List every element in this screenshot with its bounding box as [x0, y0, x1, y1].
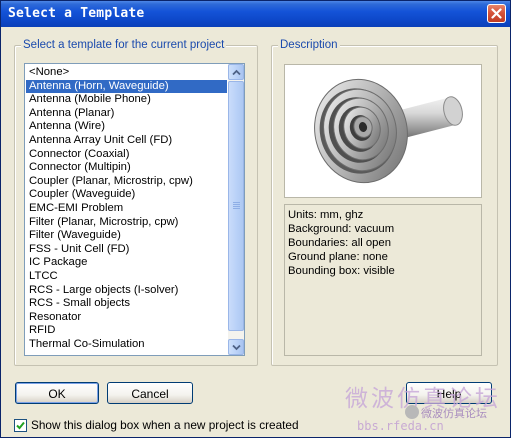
- list-item[interactable]: Antenna (Mobile Phone): [26, 93, 227, 107]
- wechat-logo-icon: [405, 405, 419, 419]
- chevron-up-icon: [232, 69, 241, 76]
- list-item[interactable]: Antenna (Planar): [26, 107, 227, 121]
- template-preview: [284, 64, 482, 198]
- dialog-window: Select a Template Select a template for …: [0, 0, 511, 438]
- checkmark-icon: [16, 421, 25, 430]
- close-icon: [491, 8, 502, 19]
- grip-line: [233, 202, 240, 203]
- list-item[interactable]: Resonator: [26, 311, 227, 325]
- list-item[interactable]: Coupler (Planar, Microstrip, cpw): [26, 175, 227, 189]
- description-line: Bounding box: visible: [288, 265, 395, 277]
- list-item[interactable]: IC Package: [26, 256, 227, 270]
- scroll-up-button[interactable]: [228, 64, 244, 80]
- list-item[interactable]: Antenna (Horn, Waveguide): [26, 79, 227, 94]
- description-line: Units: mm, ghz: [288, 209, 364, 221]
- watermark-url: bbs.rfeda.cn: [357, 419, 444, 433]
- scroll-thumb[interactable]: [228, 81, 244, 331]
- ok-button[interactable]: OK: [15, 382, 99, 404]
- description-line: Background: vacuum: [288, 223, 395, 235]
- cancel-button[interactable]: Cancel: [107, 382, 193, 404]
- list-item[interactable]: FSS - Unit Cell (FD): [26, 243, 227, 257]
- grip-line: [233, 206, 240, 207]
- listbox-scrollbar[interactable]: [228, 64, 244, 355]
- template-group-label: Select a template for the current projec…: [21, 38, 227, 52]
- list-item[interactable]: Thermal Co-Simulation: [26, 338, 227, 352]
- description-line: Boundaries: all open: [288, 237, 392, 249]
- show-dialog-checkbox[interactable]: [14, 419, 27, 432]
- chevron-down-icon: [232, 344, 241, 351]
- list-item[interactable]: Coupler (Waveguide): [26, 188, 227, 202]
- list-item[interactable]: EMC-EMI Problem: [26, 202, 227, 216]
- description-line: Ground plane: none: [288, 251, 388, 263]
- list-item[interactable]: LTCC: [26, 270, 227, 284]
- grip-line: [233, 208, 240, 209]
- list-item[interactable]: Antenna (Wire): [26, 120, 227, 134]
- list-item[interactable]: RCS - Large objects (I-solver): [26, 284, 227, 298]
- list-item[interactable]: <None>: [26, 66, 227, 80]
- title-bar[interactable]: Select a Template: [1, 1, 510, 27]
- template-list: <None> Antenna (Horn, Waveguide) Antenna (…: [26, 66, 227, 351]
- list-item[interactable]: RFID: [26, 324, 227, 338]
- window-title: Select a Template: [8, 6, 145, 21]
- list-item[interactable]: Connector (Multipin): [26, 161, 227, 175]
- list-item[interactable]: Filter (Planar, Microstrip, cpw): [26, 216, 227, 230]
- horn-antenna-3d-model: [314, 78, 463, 184]
- template-listbox[interactable]: <None> Antenna (Horn, Waveguide) Antenna (…: [24, 63, 245, 356]
- description-group-label: Description: [278, 38, 340, 52]
- list-item[interactable]: RCS - Small objects: [26, 297, 227, 311]
- list-item[interactable]: Connector (Coaxial): [26, 148, 227, 162]
- scroll-down-button[interactable]: [228, 339, 244, 355]
- list-item[interactable]: Filter (Waveguide): [26, 229, 227, 243]
- show-dialog-checkbox-label[interactable]: Show this dialog box when a new project …: [31, 418, 299, 433]
- description-lines: Units: mm, ghz Background: vacuum Boundari…: [288, 208, 481, 278]
- grip-line: [233, 204, 240, 205]
- list-item[interactable]: Antenna Array Unit Cell (FD): [26, 134, 227, 148]
- close-button[interactable]: [487, 4, 506, 23]
- description-text: Units: mm, ghz Background: vacuum Boundari…: [284, 204, 482, 356]
